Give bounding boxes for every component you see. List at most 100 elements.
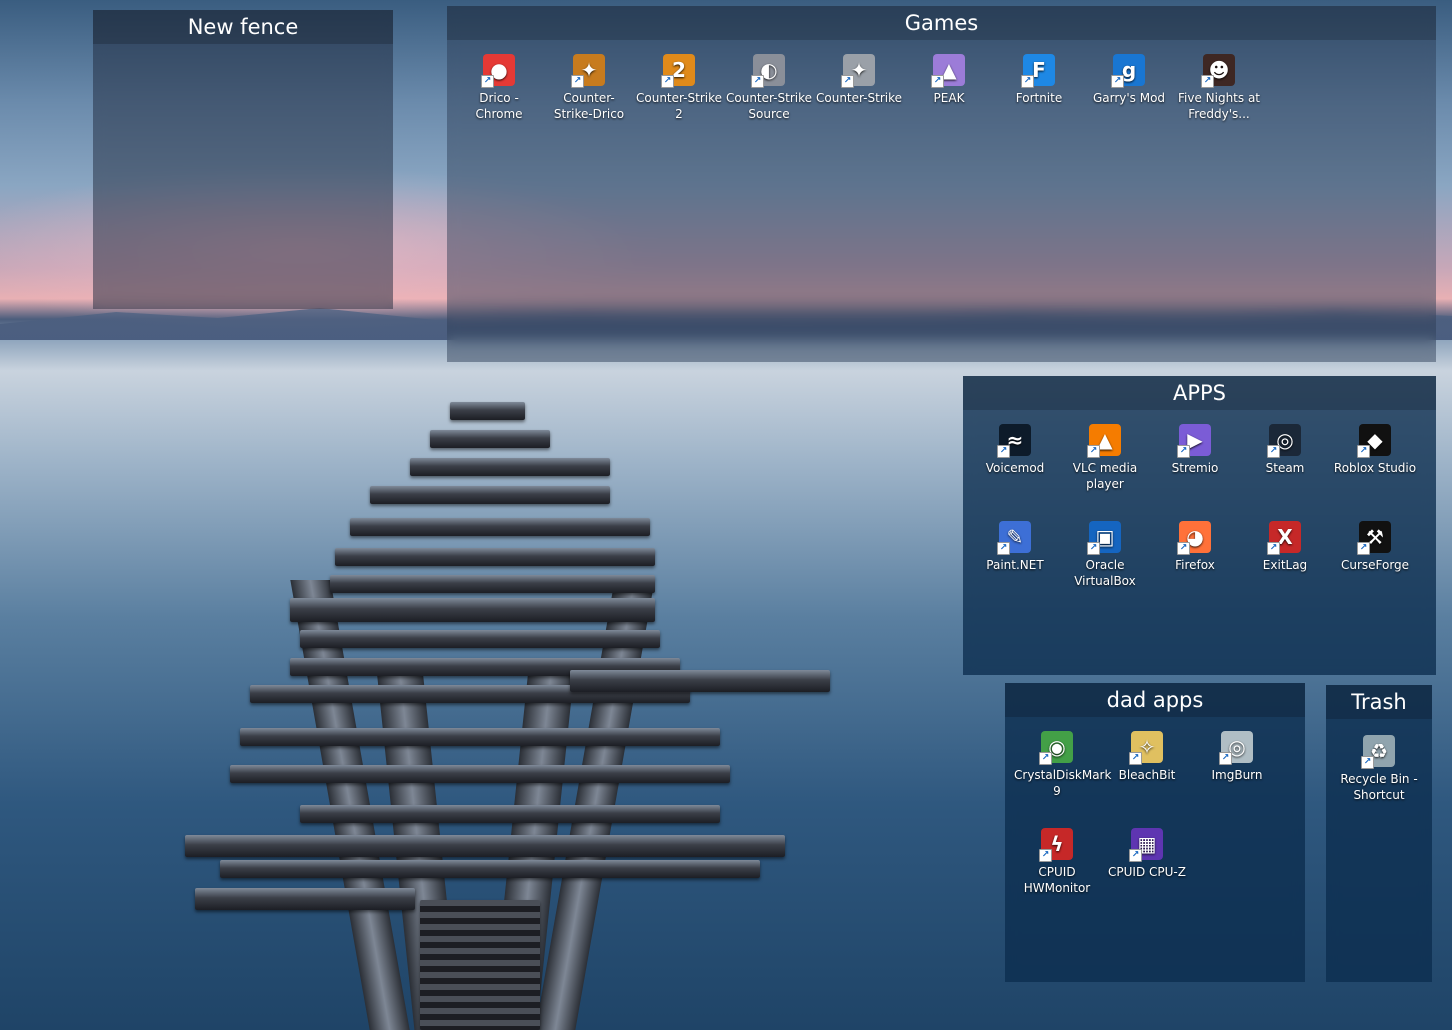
fence-new-fence[interactable]: New fence: [93, 10, 393, 309]
hwmonitor-icon: ϟ ↗: [1039, 828, 1073, 862]
shortcut-label: Steam: [1265, 461, 1305, 475]
desktop-shortcut[interactable]: ◎ ↗ ImgBurn: [1194, 731, 1280, 783]
fence-dad-apps[interactable]: dad apps ◉ ↗ CrystalDiskMark 9 ✧ ↗ BleachBit ◎…: [1005, 683, 1305, 982]
vlc-icon: ▲ ↗: [1087, 424, 1121, 458]
wallpaper-pier: [180, 390, 840, 1030]
imgburn-icon: ◎ ↗: [1219, 731, 1253, 765]
shortcut-arrow-icon: ↗: [1129, 849, 1142, 862]
counter-strike-source-icon: ◐ ↗: [751, 54, 785, 88]
shortcut-arrow-icon: ↗: [1357, 542, 1370, 555]
shortcut-arrow-icon: ↗: [1087, 542, 1100, 555]
shortcut-arrow-icon: ↗: [931, 75, 944, 88]
desktop-shortcut[interactable]: ◉ ↗ CrystalDiskMark 9: [1014, 731, 1112, 799]
shortcut-label: ExitLag: [1262, 558, 1308, 572]
counter-strike-icon: ✦ ↗: [571, 54, 605, 88]
desktop-shortcut[interactable]: ☻ ↗ Five Nights at Freddy's...: [1176, 54, 1262, 122]
desktop-shortcut[interactable]: ▦ ↗ CPUID CPU-Z: [1104, 828, 1190, 880]
desktop-shortcut[interactable]: ✎ ↗ Paint.NET: [972, 521, 1058, 573]
desktop-shortcut[interactable]: ◐ ↗ Counter-Strike Source: [726, 54, 812, 122]
counter-strike-2-icon: 2 ↗: [661, 54, 695, 88]
shortcut-arrow-icon: ↗: [1021, 75, 1034, 88]
shortcut-arrow-icon: ↗: [1177, 445, 1190, 458]
shortcut-label: Five Nights at Freddy's...: [1177, 91, 1261, 121]
fortnite-icon: F ↗: [1021, 54, 1055, 88]
fence-title: Trash: [1326, 685, 1432, 719]
shortcut-label: PEAK: [933, 91, 965, 105]
shortcut-label: Stremio: [1171, 461, 1219, 475]
shortcut-label: Firefox: [1175, 558, 1215, 572]
shortcut-label: Garry's Mod: [1092, 91, 1166, 105]
shortcut-arrow-icon: ↗: [1129, 752, 1142, 765]
firefox-icon: ◕ ↗: [1177, 521, 1211, 555]
roblox-studio-icon: ◆ ↗: [1357, 424, 1391, 458]
fence-games[interactable]: Games ● ↗ Drico - Chrome ✦ ↗ Counter-Strike-D…: [447, 6, 1436, 362]
bleachbit-icon: ✧ ↗: [1129, 731, 1163, 765]
recycle-bin-icon: ♻ ↗: [1361, 735, 1395, 769]
desktop-shortcut[interactable]: g ↗ Garry's Mod: [1086, 54, 1172, 106]
shortcut-label: Paint.NET: [986, 558, 1044, 572]
desktop-shortcut[interactable]: ● ↗ Drico - Chrome: [456, 54, 542, 122]
shortcut-arrow-icon: ↗: [1087, 445, 1100, 458]
shortcut-arrow-icon: ↗: [571, 75, 584, 88]
fence-trash[interactable]: Trash ♻ ↗ Recycle Bin - Shortcut: [1326, 685, 1432, 982]
shortcut-label: ImgBurn: [1211, 768, 1263, 782]
desktop-shortcut[interactable]: X ↗ ExitLag: [1242, 521, 1328, 573]
curseforge-icon: ⚒ ↗: [1357, 521, 1391, 555]
fnaf-icon: ☻ ↗: [1201, 54, 1235, 88]
shortcut-label: Voicemod: [985, 461, 1045, 475]
shortcut-label: Counter-Strike: [816, 91, 903, 105]
shortcut-label: CurseForge: [1340, 558, 1410, 572]
desktop-shortcut[interactable]: ♻ ↗ Recycle Bin - Shortcut: [1336, 735, 1422, 803]
shortcut-arrow-icon: ↗: [1267, 445, 1280, 458]
shortcut-label: Drico - Chrome: [475, 91, 523, 121]
shortcut-label: BleachBit: [1118, 768, 1176, 782]
desktop-shortcut[interactable]: ▲ ↗ PEAK: [906, 54, 992, 106]
desktop-shortcut[interactable]: ✦ ↗ Counter-Strike: [816, 54, 902, 106]
fence-title: Games: [447, 6, 1436, 40]
counter-strike-icon: ✦ ↗: [841, 54, 875, 88]
desktop-shortcut[interactable]: ϟ ↗ CPUID HWMonitor: [1014, 828, 1100, 896]
paint-net-icon: ✎ ↗: [997, 521, 1031, 555]
desktop-shortcut[interactable]: ▶ ↗ Stremio: [1152, 424, 1238, 476]
virtualbox-icon: ▣ ↗: [1087, 521, 1121, 555]
shortcut-label: CPUID HWMonitor: [1023, 865, 1091, 895]
fence-title: APPS: [963, 376, 1436, 410]
shortcut-label: CPUID CPU-Z: [1108, 865, 1186, 879]
desktop-shortcut[interactable]: 2 ↗ Counter-Strike 2: [636, 54, 722, 122]
shortcut-label: Counter-Strike Source: [726, 91, 813, 121]
shortcut-arrow-icon: ↗: [1177, 542, 1190, 555]
shortcut-arrow-icon: ↗: [841, 75, 854, 88]
shortcut-arrow-icon: ↗: [1039, 752, 1052, 765]
desktop-shortcut[interactable]: ▣ ↗ Oracle VirtualBox: [1062, 521, 1148, 589]
shortcut-arrow-icon: ↗: [997, 445, 1010, 458]
shortcut-arrow-icon: ↗: [1357, 445, 1370, 458]
fence-title: dad apps: [1005, 683, 1305, 717]
desktop-shortcut[interactable]: ◕ ↗ Firefox: [1152, 521, 1238, 573]
shortcut-arrow-icon: ↗: [1111, 75, 1124, 88]
stremio-icon: ▶ ↗: [1177, 424, 1211, 458]
fence-title: New fence: [93, 10, 393, 44]
desktop-shortcut[interactable]: ✦ ↗ Counter-Strike-Drico: [546, 54, 632, 122]
shortcut-arrow-icon: ↗: [997, 542, 1010, 555]
shortcut-arrow-icon: ↗: [481, 75, 494, 88]
shortcut-arrow-icon: ↗: [1361, 756, 1374, 769]
shortcut-label: Counter-Strike-Drico: [553, 91, 625, 121]
shortcut-label: Oracle VirtualBox: [1074, 558, 1136, 588]
desktop-shortcut[interactable]: ≈ ↗ Voicemod: [972, 424, 1058, 476]
shortcut-arrow-icon: ↗: [661, 75, 674, 88]
desktop-shortcut[interactable]: ✧ ↗ BleachBit: [1104, 731, 1190, 783]
shortcut-label: Fortnite: [1015, 91, 1063, 105]
desktop-shortcut[interactable]: ◆ ↗ Roblox Studio: [1332, 424, 1418, 476]
chrome-icon: ● ↗: [481, 54, 515, 88]
desktop-shortcut[interactable]: F ↗ Fortnite: [996, 54, 1082, 106]
fence-apps[interactable]: APPS ≈ ↗ Voicemod ▲ ↗ VLC media player ▶ ↗ Strem…: [963, 376, 1436, 675]
desktop-shortcut[interactable]: ◎ ↗ Steam: [1242, 424, 1328, 476]
garrys-mod-icon: g ↗: [1111, 54, 1145, 88]
desktop-shortcut[interactable]: ▲ ↗ VLC media player: [1062, 424, 1148, 492]
shortcut-label: CrystalDiskMark 9: [1014, 768, 1112, 798]
desktop-shortcut[interactable]: ⚒ ↗ CurseForge: [1332, 521, 1418, 573]
voicemod-icon: ≈ ↗: [997, 424, 1031, 458]
steam-icon: ◎ ↗: [1267, 424, 1301, 458]
crystaldiskmark-icon: ◉ ↗: [1039, 731, 1073, 765]
shortcut-arrow-icon: ↗: [751, 75, 764, 88]
